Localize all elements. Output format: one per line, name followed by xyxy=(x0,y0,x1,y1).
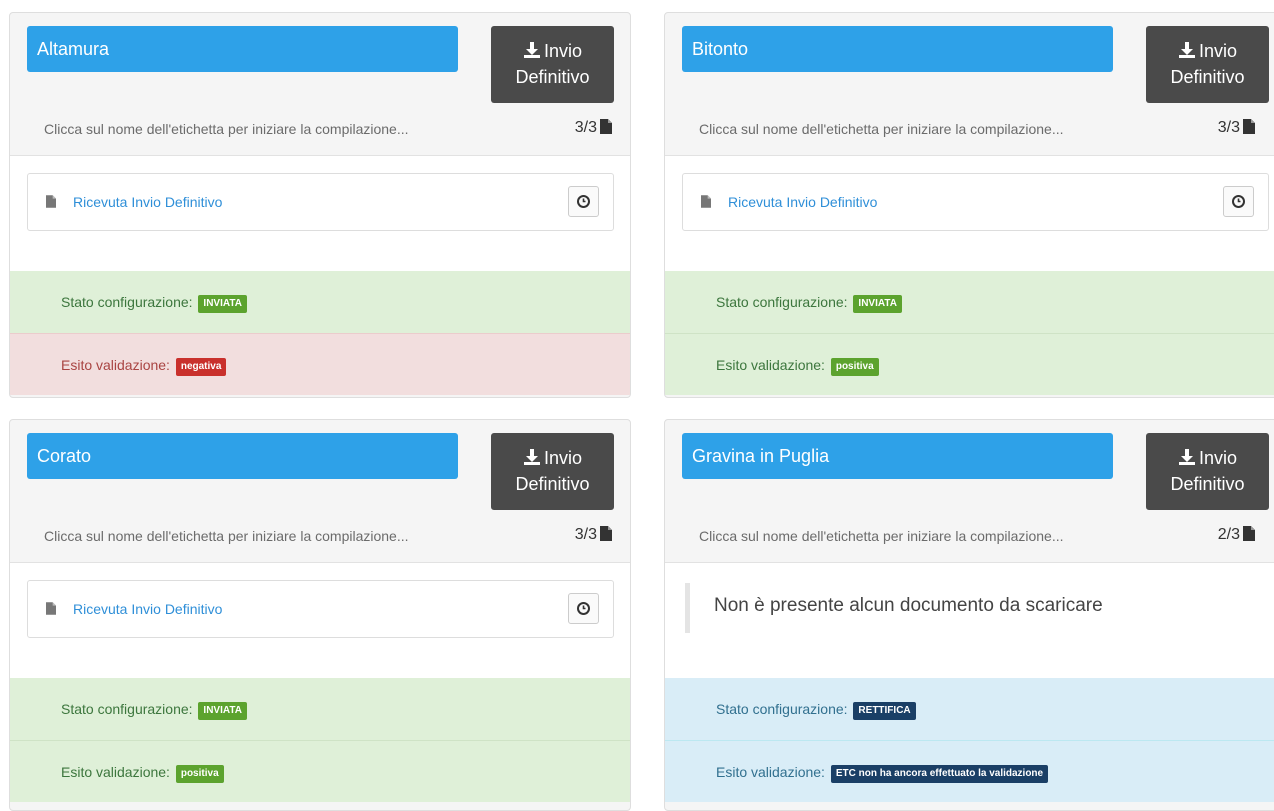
stato-label: Stato configurazione: xyxy=(61,701,193,717)
download-icon xyxy=(1178,448,1199,468)
document-link[interactable]: Ricevuta Invio Definitivo xyxy=(728,194,877,210)
esito-badge: positiva xyxy=(830,358,879,376)
file-icon xyxy=(701,195,711,213)
doc-count: 3/3 xyxy=(575,526,612,544)
card-body: Ricevuta Invio Definitivo xyxy=(10,562,630,679)
definitivo-label: Definitivo xyxy=(515,67,590,87)
esito-row: Esito validazione: negativa xyxy=(10,333,630,395)
file-icon xyxy=(597,526,612,543)
file-icon xyxy=(1240,119,1255,136)
esito-badge: positiva xyxy=(175,765,224,783)
definitivo-label: Definitivo xyxy=(1170,474,1245,494)
esito-row: Esito validazione: positiva xyxy=(665,333,1274,395)
invio-label: Invio xyxy=(543,448,583,468)
esito-label: Esito validazione: xyxy=(716,357,825,373)
esito-row: Esito validazione: positiva xyxy=(10,740,630,802)
stato-label: Stato configurazione: xyxy=(716,701,848,717)
history-button[interactable] xyxy=(1223,186,1254,217)
empty-message: Non è presente alcun documento da scaric… xyxy=(685,583,1103,633)
download-icon xyxy=(523,41,544,61)
card-corato: Corato Invio Definitivo Clicca sul nome … xyxy=(9,419,631,811)
card-title[interactable]: Bitonto xyxy=(682,26,1113,72)
invio-definitivo-button[interactable]: Invio Definitivo xyxy=(491,433,614,510)
stato-badge: INVIATA xyxy=(198,702,247,720)
stato-label: Stato configurazione: xyxy=(61,294,193,310)
card-title[interactable]: Gravina in Puglia xyxy=(682,433,1113,479)
history-button[interactable] xyxy=(568,593,599,624)
clock-icon xyxy=(577,195,590,212)
download-icon xyxy=(523,448,544,468)
card-body: Ricevuta Invio Definitivo xyxy=(665,155,1274,272)
card-body: Non è presente alcun documento da scaric… xyxy=(665,562,1274,679)
card-title[interactable]: Altamura xyxy=(27,26,458,72)
invio-definitivo-button[interactable]: Invio Definitivo xyxy=(1146,26,1269,103)
file-icon xyxy=(1240,526,1255,543)
definitivo-label: Definitivo xyxy=(1170,67,1245,87)
invio-definitivo-button[interactable]: Invio Definitivo xyxy=(491,26,614,103)
esito-label: Esito validazione: xyxy=(61,357,170,373)
stato-row: Stato configurazione: INVIATA xyxy=(665,271,1274,333)
document-row: Ricevuta Invio Definitivo xyxy=(27,173,614,231)
invio-definitivo-button[interactable]: Invio Definitivo xyxy=(1146,433,1269,510)
invio-label: Invio xyxy=(543,41,583,61)
esito-label: Esito validazione: xyxy=(61,764,170,780)
clock-icon xyxy=(1232,195,1245,212)
esito-row: Esito validazione: ETC non ha ancora eff… xyxy=(665,740,1274,802)
hint-text: Clicca sul nome dell'etichetta per inizi… xyxy=(44,528,409,544)
stato-label: Stato configurazione: xyxy=(716,294,848,310)
hint-text: Clicca sul nome dell'etichetta per inizi… xyxy=(699,121,1064,137)
download-icon xyxy=(1178,41,1199,61)
card-body: Ricevuta Invio Definitivo xyxy=(10,155,630,272)
esito-badge: ETC non ha ancora effettuato la validazi… xyxy=(830,765,1049,783)
definitivo-label: Definitivo xyxy=(515,474,590,494)
hint-text: Clicca sul nome dell'etichetta per inizi… xyxy=(699,528,1064,544)
stato-badge: INVIATA xyxy=(853,295,902,313)
stato-row: Stato configurazione: INVIATA xyxy=(10,271,630,333)
esito-badge: negativa xyxy=(175,358,227,376)
card-gravina-in-puglia: Gravina in Puglia Invio Definitivo Clicc… xyxy=(664,419,1274,811)
hint-text: Clicca sul nome dell'etichetta per inizi… xyxy=(44,121,409,137)
invio-label: Invio xyxy=(1198,41,1238,61)
file-icon xyxy=(46,195,56,213)
stato-row: Stato configurazione: INVIATA xyxy=(10,678,630,740)
doc-count: 3/3 xyxy=(575,119,612,137)
stato-row: Stato configurazione: RETTIFICA xyxy=(665,678,1274,740)
file-icon xyxy=(46,602,56,620)
history-button[interactable] xyxy=(568,186,599,217)
card-title[interactable]: Corato xyxy=(27,433,458,479)
file-icon xyxy=(597,119,612,136)
clock-icon xyxy=(577,602,590,619)
stato-badge: INVIATA xyxy=(198,295,247,313)
esito-label: Esito validazione: xyxy=(716,764,825,780)
doc-count: 2/3 xyxy=(1218,526,1255,544)
document-row: Ricevuta Invio Definitivo xyxy=(27,580,614,638)
stato-badge: RETTIFICA xyxy=(853,702,916,720)
invio-label: Invio xyxy=(1198,448,1238,468)
card-bitonto: Bitonto Invio Definitivo Clicca sul nome… xyxy=(664,12,1274,398)
document-link[interactable]: Ricevuta Invio Definitivo xyxy=(73,194,222,210)
document-link[interactable]: Ricevuta Invio Definitivo xyxy=(73,601,222,617)
card-altamura: Altamura Invio Definitivo Clicca sul nom… xyxy=(9,12,631,398)
doc-count: 3/3 xyxy=(1218,119,1255,137)
document-row: Ricevuta Invio Definitivo xyxy=(682,173,1269,231)
